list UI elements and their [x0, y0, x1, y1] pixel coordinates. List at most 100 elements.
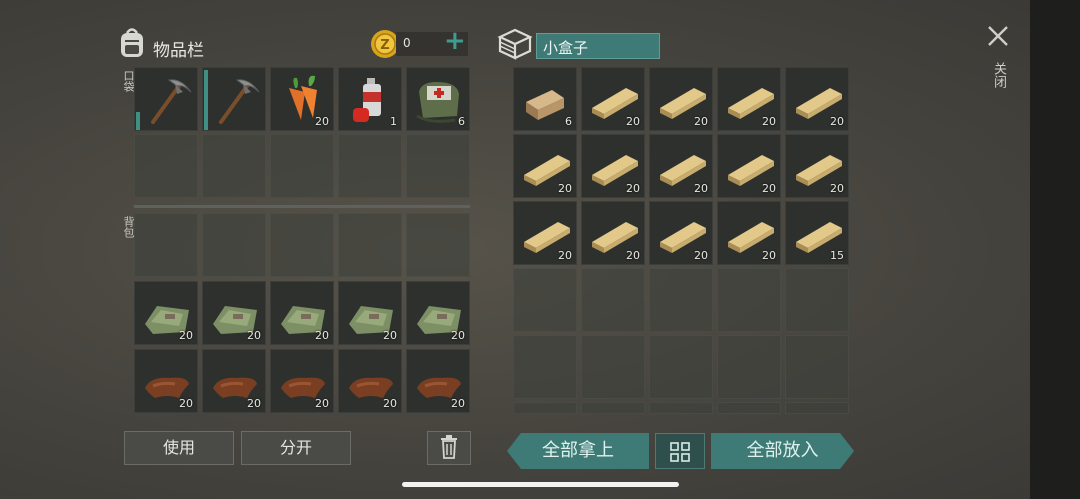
container-slot-plank[interactable]: 20 — [581, 67, 645, 131]
item-count: 20 — [247, 397, 261, 410]
item-count: 1 — [390, 115, 397, 128]
backpack-slot-leather[interactable]: 20 — [406, 349, 470, 413]
backpack-slot-leather[interactable]: 20 — [134, 349, 198, 413]
backpack-slot-leather[interactable]: 20 — [270, 349, 334, 413]
take-all-button[interactable]: 全部拿上 — [507, 433, 649, 469]
container-slot-empty[interactable] — [581, 402, 645, 414]
container-slot-plank[interactable]: 15 — [785, 201, 849, 265]
backpack-slot-empty[interactable] — [134, 213, 198, 277]
item-count: 20 — [451, 329, 465, 342]
container-slot-plank[interactable]: 20 — [649, 67, 713, 131]
backpack-icon — [121, 28, 143, 57]
close-label[interactable]: 关闭 — [989, 62, 1008, 88]
backpack-slot-leather[interactable]: 20 — [202, 349, 266, 413]
split-button[interactable]: 分开 — [241, 431, 351, 465]
container-slot-empty[interactable] — [785, 402, 849, 414]
inventory-slot-pickaxe-1[interactable] — [134, 67, 198, 131]
container-slot-empty[interactable] — [649, 402, 713, 414]
inventory-slot-empty[interactable] — [134, 134, 198, 198]
backpack-slot-cloth[interactable]: 20 — [134, 281, 198, 345]
pickaxe-icon — [219, 79, 260, 124]
inventory-slot-carrot[interactable]: 20 — [270, 67, 334, 131]
backpack-slot-empty[interactable] — [202, 213, 266, 277]
item-count: 15 — [830, 249, 844, 262]
container-slot-plank[interactable]: 20 — [717, 134, 781, 198]
item-count: 20 — [315, 397, 329, 410]
container-slot-empty[interactable] — [649, 335, 713, 399]
container-slot-empty[interactable] — [581, 335, 645, 399]
grid-icon — [670, 442, 690, 462]
inventory-slot-first-aid-bag[interactable]: 6 — [406, 67, 470, 131]
delete-button[interactable] — [427, 431, 471, 465]
item-count: 6 — [458, 115, 465, 128]
backpack-slot-cloth[interactable]: 20 — [270, 281, 334, 345]
container-slot-plank[interactable]: 20 — [513, 201, 577, 265]
backpack-slot-cloth[interactable]: 20 — [338, 281, 402, 345]
pocket-backpack-divider — [134, 205, 470, 208]
item-count: 20 — [762, 115, 776, 128]
container-slot-plank[interactable]: 20 — [581, 201, 645, 265]
backpack-slot-empty[interactable] — [406, 213, 470, 277]
coin-counter: 0 + — [396, 26, 468, 56]
container-slot-empty[interactable] — [513, 268, 577, 332]
backpack-slot-empty[interactable] — [338, 213, 402, 277]
container-slot-plank[interactable]: 20 — [717, 201, 781, 265]
coin-amount: 0 — [403, 36, 411, 50]
item-count: 6 — [565, 115, 572, 128]
container-slot-plank[interactable]: 6 — [513, 67, 577, 131]
use-button[interactable]: 使用 — [124, 431, 234, 465]
pickaxe-icon — [151, 79, 192, 124]
add-coins-button[interactable]: + — [444, 26, 466, 56]
item-count: 20 — [179, 329, 193, 342]
container-slot-plank[interactable]: 20 — [649, 134, 713, 198]
container-slot-empty[interactable] — [717, 268, 781, 332]
put-all-button[interactable]: 全部放入 — [711, 433, 854, 469]
container-name-field[interactable]: 小盒子 — [536, 33, 660, 59]
item-count: 20 — [762, 182, 776, 195]
trash-icon — [441, 435, 457, 459]
inventory-slot-empty[interactable] — [338, 134, 402, 198]
container-slot-plank[interactable]: 20 — [513, 134, 577, 198]
container-slot-empty[interactable] — [717, 402, 781, 414]
item-count: 20 — [762, 249, 776, 262]
item-count: 20 — [830, 115, 844, 128]
inventory-slot-empty[interactable] — [270, 134, 334, 198]
inventory-slot-empty[interactable] — [406, 134, 470, 198]
backpack-slot-leather[interactable]: 20 — [338, 349, 402, 413]
item-count: 20 — [694, 115, 708, 128]
container-slot-empty[interactable] — [513, 335, 577, 399]
inventory-title: 物品栏 — [153, 41, 204, 61]
item-count: 20 — [383, 329, 397, 342]
container-slot-empty[interactable] — [513, 402, 577, 414]
inventory-slot-empty[interactable] — [202, 134, 266, 198]
home-indicator — [402, 482, 679, 487]
container-slot-plank[interactable]: 20 — [785, 67, 849, 131]
right-edge-strip — [1030, 0, 1080, 499]
container-slot-empty[interactable] — [785, 268, 849, 332]
container-slot-empty[interactable] — [717, 335, 781, 399]
item-count: 20 — [247, 329, 261, 342]
item-count: 20 — [558, 182, 572, 195]
backpack-slot-empty[interactable] — [270, 213, 334, 277]
container-slot-empty[interactable] — [581, 268, 645, 332]
box-icon — [497, 28, 533, 60]
backpack-slot-cloth[interactable]: 20 — [202, 281, 266, 345]
container-slot-empty[interactable] — [649, 268, 713, 332]
inventory-slot-spray-can[interactable]: 1 — [338, 67, 402, 131]
close-icon[interactable] — [987, 25, 1009, 47]
item-count: 20 — [626, 182, 640, 195]
container-slot-empty[interactable] — [785, 335, 849, 399]
item-count: 20 — [315, 329, 329, 342]
inventory-slot-pickaxe-2[interactable] — [202, 67, 266, 131]
item-count: 20 — [694, 249, 708, 262]
container-slot-plank[interactable]: 20 — [581, 134, 645, 198]
container-slot-plank[interactable]: 20 — [649, 201, 713, 265]
item-count: 20 — [383, 397, 397, 410]
sort-button[interactable] — [655, 433, 705, 469]
svg-text:Z: Z — [380, 38, 389, 53]
container-name: 小盒子 — [543, 39, 589, 57]
backpack-slot-cloth[interactable]: 20 — [406, 281, 470, 345]
item-count: 20 — [626, 249, 640, 262]
container-slot-plank[interactable]: 20 — [785, 134, 849, 198]
container-slot-plank[interactable]: 20 — [717, 67, 781, 131]
